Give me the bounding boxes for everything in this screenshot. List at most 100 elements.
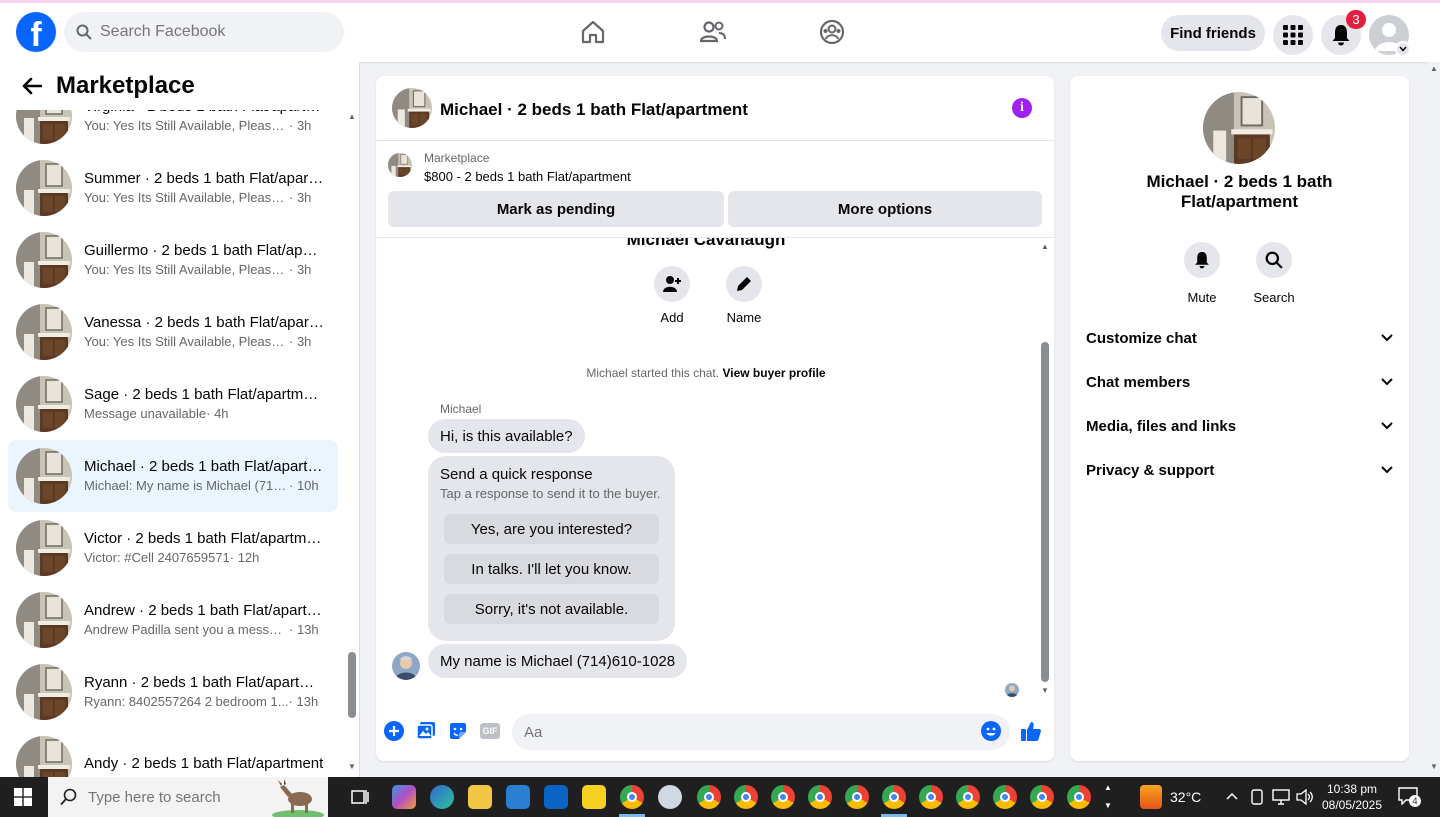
- chat-scroll-down-icon[interactable]: ▼: [1040, 686, 1050, 696]
- sidebar-scrollbar[interactable]: [348, 652, 356, 718]
- find-friends-button[interactable]: Find friends: [1161, 15, 1265, 51]
- conversation-snippet-text: You: Yes Its Still Available, Please Se.…: [84, 262, 289, 277]
- gif-icon[interactable]: GIF: [479, 720, 501, 742]
- more-options-button[interactable]: More options: [728, 191, 1042, 227]
- mark-as-pending-button[interactable]: Mark as pending: [388, 191, 724, 227]
- sender-avatar[interactable]: [392, 652, 420, 680]
- network-icon[interactable]: [1272, 789, 1290, 805]
- chrome-icon[interactable]: [919, 785, 943, 809]
- listing-price[interactable]: $800 - 2 beds 1 bath Flat/apartment: [424, 169, 631, 184]
- quick-response-option[interactable]: Yes, are you interested?: [444, 514, 659, 544]
- device-icon[interactable]: [1250, 789, 1264, 805]
- listing-avatar-large[interactable]: [1203, 92, 1275, 164]
- conversation-item[interactable]: Vanessa · 2 beds 1 bath Flat/apartment Yo…: [8, 296, 338, 368]
- account-chevron-icon[interactable]: [1395, 41, 1411, 57]
- clock[interactable]: 10:38 pm 08/05/2025: [1320, 781, 1384, 813]
- chat-members-row[interactable]: Chat members: [1086, 362, 1393, 402]
- back-arrow-icon[interactable]: [20, 74, 44, 98]
- conversation-text: Ryann · 2 beds 1 bath Flat/apartment Ryan…: [84, 673, 324, 711]
- listing-kicker: Marketplace: [424, 151, 490, 165]
- page-scroll-down-icon[interactable]: ▼: [1429, 762, 1439, 772]
- emoji-icon[interactable]: [980, 720, 1002, 742]
- chrome-icon[interactable]: [845, 785, 869, 809]
- volume-icon[interactable]: [1296, 789, 1314, 805]
- quick-response-option[interactable]: Sorry, it's not available.: [444, 594, 659, 624]
- edge-icon[interactable]: [430, 785, 454, 809]
- conversation-item[interactable]: Andy · 2 beds 1 bath Flat/apartment: [8, 728, 338, 777]
- photo-icon[interactable]: [415, 720, 437, 742]
- conversation-item[interactable]: Summer · 2 beds 1 bath Flat/apartment You…: [8, 152, 338, 224]
- mute-button[interactable]: Mute: [1172, 242, 1232, 305]
- media-files-links-row[interactable]: Media, files and links: [1086, 406, 1393, 446]
- search-facebook-box[interactable]: [64, 12, 344, 52]
- plus-icon[interactable]: [383, 720, 405, 742]
- store-icon[interactable]: [506, 785, 530, 809]
- conversation-item[interactable]: Michael · 2 beds 1 bath Flat/apartment Mi…: [8, 440, 338, 512]
- chrome-icon[interactable]: [697, 785, 721, 809]
- quick-response-option[interactable]: In talks. I'll let you know.: [444, 554, 659, 584]
- action-center-icon[interactable]: 4: [1398, 787, 1421, 807]
- thumbs-up-icon[interactable]: [1020, 720, 1042, 742]
- temperature[interactable]: 32°C: [1170, 789, 1201, 805]
- bell-icon: [1332, 25, 1350, 46]
- chrome-icon[interactable]: [993, 785, 1017, 809]
- sidebar-scroll-up-icon[interactable]: ▲: [347, 112, 357, 122]
- customize-chat-row[interactable]: Customize chat: [1086, 318, 1393, 358]
- chat-title[interactable]: Michael · 2 beds 1 bath Flat/apartment: [440, 100, 748, 120]
- chrome-icon[interactable]: [1030, 785, 1054, 809]
- chrome-icon[interactable]: [808, 785, 832, 809]
- menu-grid-button[interactable]: [1273, 15, 1313, 55]
- groups-nav-icon[interactable]: [817, 17, 847, 47]
- view-buyer-profile-link[interactable]: View buyer profile: [722, 366, 825, 380]
- conversation-item[interactable]: Guillermo · 2 beds 1 bath Flat/apartment…: [8, 224, 338, 296]
- chrome-icon[interactable]: [882, 785, 906, 809]
- search-icon: [1265, 251, 1283, 269]
- chrome-icon[interactable]: [620, 785, 644, 809]
- search-in-chat-button[interactable]: Search: [1244, 242, 1304, 305]
- chat-scrollbar[interactable]: [1041, 342, 1049, 682]
- windows-start-icon[interactable]: [14, 788, 32, 806]
- conversation-item[interactable]: Ryann · 2 beds 1 bath Flat/apartment Ryan…: [8, 656, 338, 728]
- weather-icon[interactable]: [1140, 785, 1162, 809]
- conversation-item[interactable]: Sage · 2 beds 1 bath Flat/apartment Messa…: [8, 368, 338, 440]
- chat-scroll-up-icon[interactable]: ▲: [1040, 242, 1050, 252]
- facebook-logo-icon[interactable]: f: [16, 12, 56, 52]
- sticky-notes-icon[interactable]: [582, 785, 606, 809]
- taskbar-scroll-down-icon[interactable]: ▼: [1103, 801, 1113, 811]
- message-input[interactable]: [512, 714, 1010, 750]
- taskbar-search-box[interactable]: [48, 777, 328, 817]
- sticker-icon[interactable]: [447, 720, 469, 742]
- conversation-time: · 10h: [289, 478, 319, 493]
- conversation-item[interactable]: Victor · 2 beds 1 bath Flat/apartment Vic…: [8, 512, 338, 584]
- info-icon[interactable]: i: [1012, 98, 1032, 118]
- listing-thumbnail[interactable]: [388, 153, 412, 177]
- chat-listing-avatar[interactable]: [392, 88, 432, 128]
- taskbar-search-input[interactable]: [88, 788, 288, 806]
- chrome-icon[interactable]: [771, 785, 795, 809]
- chrome-icon[interactable]: [734, 785, 758, 809]
- search-input[interactable]: [100, 23, 300, 41]
- page-scrollbar[interactable]: ▲ ▼: [1428, 62, 1440, 777]
- friends-nav-icon[interactable]: [698, 17, 728, 47]
- privacy-support-row[interactable]: Privacy & support: [1086, 450, 1393, 490]
- outlook-icon[interactable]: [544, 785, 568, 809]
- add-action[interactable]: Add: [642, 266, 702, 325]
- panel-chat-name: Michael · 2 beds 1 bath Flat/apartment: [1146, 172, 1333, 211]
- copilot-icon[interactable]: [392, 785, 416, 809]
- task-view-icon[interactable]: [348, 785, 372, 809]
- chrome-icon[interactable]: [956, 785, 980, 809]
- home-nav-icon[interactable]: [578, 17, 608, 47]
- snipping-tool-icon[interactable]: [658, 785, 682, 809]
- message-bubble[interactable]: Hi, is this available?: [428, 419, 585, 453]
- page-scroll-up-icon[interactable]: ▲: [1429, 64, 1439, 74]
- read-receipt-avatar: [1005, 683, 1019, 697]
- message-bubble[interactable]: My name is Michael (714)610-1028: [428, 644, 688, 678]
- sidebar-scroll-down-icon[interactable]: ▼: [347, 762, 357, 772]
- file-explorer-icon[interactable]: [468, 785, 492, 809]
- conversation-snippet-text: Andrew Padilla sent you a messag...: [84, 622, 289, 637]
- chevron-up-icon[interactable]: [1226, 792, 1238, 800]
- taskbar-scroll-up-icon[interactable]: ▲: [1103, 783, 1113, 793]
- name-action[interactable]: Name: [714, 266, 774, 325]
- chrome-icon[interactable]: [1067, 785, 1091, 809]
- conversation-item[interactable]: Andrew · 2 beds 1 bath Flat/apartment And…: [8, 584, 338, 656]
